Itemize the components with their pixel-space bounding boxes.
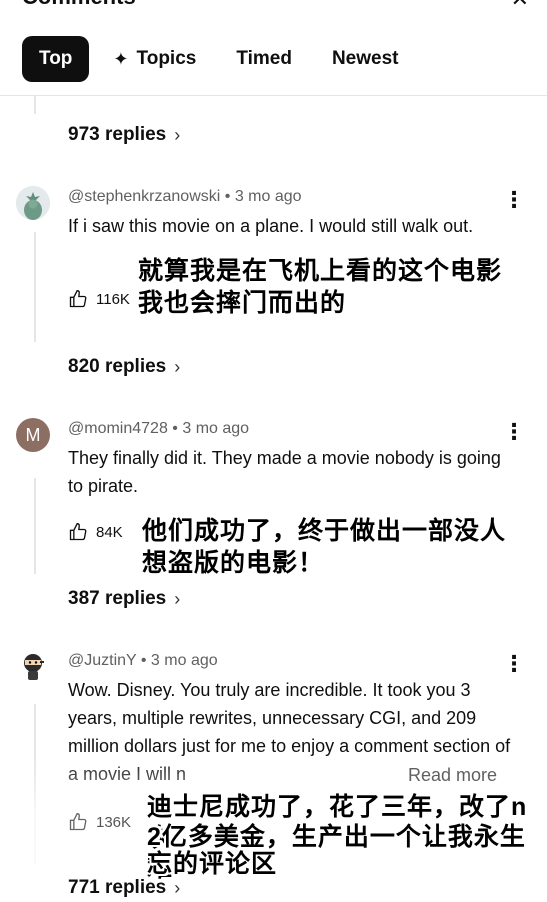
read-more-link[interactable]: Read more (408, 765, 497, 786)
replies-toggle[interactable]: 771 replies › (68, 877, 180, 899)
chevron-right-icon: › (174, 124, 181, 145)
ninja-avatar[interactable] (16, 650, 50, 684)
like-count: 116K (96, 290, 130, 308)
separator-dot: • (172, 420, 183, 437)
tab-top-label: Top (39, 48, 73, 69)
thread-line (34, 478, 36, 574)
comment-author[interactable]: @stephenkrzanowski (68, 188, 220, 205)
like-count: 136K (96, 813, 132, 831)
subtitle-line: 忘的评论区 (147, 850, 278, 878)
subtitle-line: 想盗版的电影！ (142, 549, 325, 577)
separator-dot: • (224, 188, 235, 205)
thumbs-up-icon (69, 812, 87, 831)
subtitle-line: 他们成功了，终于做出一部没人 (142, 517, 507, 545)
like-button[interactable]: 116K (68, 289, 130, 309)
more-options-icon[interactable]: ⋮ (503, 421, 525, 443)
comment-text: If i saw this movie on a plane. I would … (68, 216, 474, 236)
replies-label: 387 replies (68, 588, 167, 609)
tab-newest[interactable]: Newest (316, 36, 415, 82)
divider (0, 95, 547, 96)
close-icon[interactable]: ✕ (511, 0, 529, 12)
like-count: 84K (96, 523, 123, 541)
replies-label: 973 replies (68, 124, 167, 145)
avatar-letter: M (25, 424, 41, 445)
separator-dot: • (140, 652, 151, 669)
chevron-right-icon: › (174, 588, 181, 609)
panel-title: Comments (22, 0, 136, 10)
subtitle-line: 我也会摔门而出的 (138, 289, 347, 317)
tab-timed-label: Timed (236, 48, 292, 69)
replies-toggle[interactable]: 387 replies › (68, 588, 180, 610)
tab-topics[interactable]: ✦ Topics (97, 36, 212, 82)
thread-line (34, 96, 36, 114)
thumbs-up-icon (69, 522, 87, 541)
more-options-icon[interactable]: ⋮ (503, 189, 525, 211)
comment-author[interactable]: @JuztinY (68, 652, 136, 669)
like-button[interactable]: 136K (68, 812, 131, 832)
thread-line (34, 232, 36, 342)
tab-top[interactable]: Top (22, 36, 90, 82)
chevron-right-icon: › (174, 356, 181, 377)
comment-author[interactable]: @momin4728 (68, 420, 168, 437)
tab-timed[interactable]: Timed (220, 36, 308, 82)
more-options-icon[interactable]: ⋮ (503, 653, 525, 675)
comment-age: 3 mo ago (150, 652, 218, 669)
sort-tabs: Top ✦ Topics Timed Newest (22, 36, 422, 82)
like-button[interactable]: 84K (68, 522, 123, 542)
replies-toggle[interactable]: 820 replies › (68, 356, 180, 378)
replies-label: 771 replies (68, 877, 167, 898)
chevron-right-icon: › (174, 877, 181, 898)
comment-age: 3 mo ago (234, 188, 302, 205)
subtitle-line: 就算我是在飞机上看的这个电影 (138, 257, 503, 285)
thumbs-up-icon (69, 289, 87, 308)
sparkle-icon: ✦ (113, 48, 129, 69)
replies-label: 820 replies (68, 356, 167, 377)
avatar[interactable]: M (16, 418, 50, 452)
comment-age: 3 mo ago (182, 420, 250, 437)
statue-of-liberty-avatar[interactable] (16, 186, 50, 220)
tab-newest-label: Newest (331, 48, 399, 69)
tab-topics-label: Topics (136, 48, 197, 69)
comment-text: They finally did it. They made a movie n… (68, 448, 501, 496)
replies-toggle[interactable]: 973 replies › (68, 124, 180, 146)
